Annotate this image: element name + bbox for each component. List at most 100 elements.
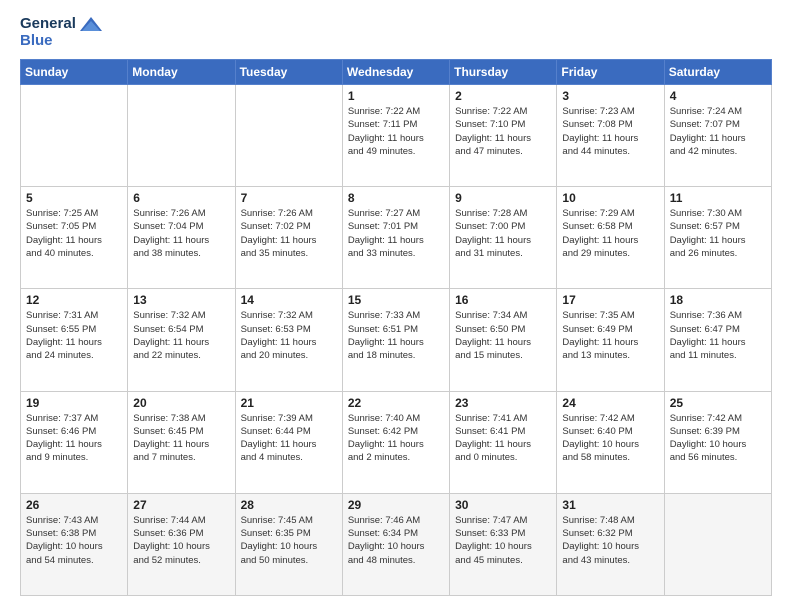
calendar-cell: 7Sunrise: 7:26 AM Sunset: 7:02 PM Daylig… xyxy=(235,187,342,289)
weekday-header: Tuesday xyxy=(235,60,342,85)
day-info: Sunrise: 7:38 AM Sunset: 6:45 PM Dayligh… xyxy=(133,412,229,465)
day-number: 5 xyxy=(26,191,122,205)
calendar-cell: 24Sunrise: 7:42 AM Sunset: 6:40 PM Dayli… xyxy=(557,391,664,493)
day-info: Sunrise: 7:25 AM Sunset: 7:05 PM Dayligh… xyxy=(26,207,122,260)
calendar-cell: 4 Sunrise: 7:24 AM Sunset: 7:07 PM Daylig… xyxy=(664,85,771,187)
day-info: Sunrise: 7:28 AM Sunset: 7:00 PM Dayligh… xyxy=(455,207,551,260)
calendar-cell: 28 Sunrise: 7:45 AM Sunset: 6:35 PM Dayli… xyxy=(235,493,342,595)
day-number: 22 xyxy=(348,396,444,410)
day-number: 26 xyxy=(26,498,122,512)
calendar-cell: 26 Sunrise: 7:43 AM Sunset: 6:38 PM Dayli… xyxy=(21,493,128,595)
day-info: Sunrise: 7:30 AM Sunset: 6:57 PM Dayligh… xyxy=(670,207,766,260)
calendar-cell: 22 Sunrise: 7:40 AM Sunset: 6:42 PM Dayli… xyxy=(342,391,449,493)
weekday-header-row: SundayMondayTuesdayWednesdayThursdayFrid… xyxy=(21,60,772,85)
day-info: Sunrise: 7:26 AM Sunset: 7:04 PM Dayligh… xyxy=(133,207,229,260)
day-info: Sunrise: 7:48 AM Sunset: 6:32 PM Dayligh… xyxy=(562,514,658,567)
calendar-cell: 30 Sunrise: 7:47 AM Sunset: 6:33 PM Dayli… xyxy=(450,493,557,595)
calendar-cell: 11 Sunrise: 7:30 AM Sunset: 6:57 PM Dayli… xyxy=(664,187,771,289)
day-info: Sunrise: 7:47 AM Sunset: 6:33 PM Dayligh… xyxy=(455,514,551,567)
calendar-cell: 1 Sunrise: 7:22 AM Sunset: 7:11 PM Daylig… xyxy=(342,85,449,187)
day-number: 9 xyxy=(455,191,551,205)
calendar-cell: 3 Sunrise: 7:23 AM Sunset: 7:08 PM Daylig… xyxy=(557,85,664,187)
day-info: Sunrise: 7:40 AM Sunset: 6:42 PM Dayligh… xyxy=(348,412,444,465)
calendar-week-row: 19Sunrise: 7:37 AM Sunset: 6:46 PM Dayli… xyxy=(21,391,772,493)
day-info: Sunrise: 7:29 AM Sunset: 6:58 PM Dayligh… xyxy=(562,207,658,260)
calendar-cell xyxy=(664,493,771,595)
logo-bird-icon xyxy=(80,17,102,31)
logo-text-blue: Blue xyxy=(20,33,102,50)
day-number: 25 xyxy=(670,396,766,410)
calendar-cell: 10 Sunrise: 7:29 AM Sunset: 6:58 PM Dayli… xyxy=(557,187,664,289)
calendar-cell xyxy=(21,85,128,187)
calendar-cell: 25 Sunrise: 7:42 AM Sunset: 6:39 PM Dayli… xyxy=(664,391,771,493)
day-number: 1 xyxy=(348,89,444,103)
day-info: Sunrise: 7:32 AM Sunset: 6:54 PM Dayligh… xyxy=(133,309,229,362)
calendar-table: SundayMondayTuesdayWednesdayThursdayFrid… xyxy=(20,59,772,596)
day-info: Sunrise: 7:27 AM Sunset: 7:01 PM Dayligh… xyxy=(348,207,444,260)
day-info: Sunrise: 7:22 AM Sunset: 7:11 PM Dayligh… xyxy=(348,105,444,158)
day-info: Sunrise: 7:46 AM Sunset: 6:34 PM Dayligh… xyxy=(348,514,444,567)
calendar-cell xyxy=(128,85,235,187)
day-number: 4 xyxy=(670,89,766,103)
calendar-cell: 31Sunrise: 7:48 AM Sunset: 6:32 PM Dayli… xyxy=(557,493,664,595)
logo-text-general: General xyxy=(20,16,102,33)
logo: General Blue xyxy=(20,16,102,49)
calendar-cell: 20 Sunrise: 7:38 AM Sunset: 6:45 PM Dayli… xyxy=(128,391,235,493)
calendar-week-row: 5 Sunrise: 7:25 AM Sunset: 7:05 PM Daylig… xyxy=(21,187,772,289)
day-info: Sunrise: 7:32 AM Sunset: 6:53 PM Dayligh… xyxy=(241,309,337,362)
day-info: Sunrise: 7:45 AM Sunset: 6:35 PM Dayligh… xyxy=(241,514,337,567)
day-info: Sunrise: 7:33 AM Sunset: 6:51 PM Dayligh… xyxy=(348,309,444,362)
calendar-cell: 23Sunrise: 7:41 AM Sunset: 6:41 PM Dayli… xyxy=(450,391,557,493)
weekday-header: Sunday xyxy=(21,60,128,85)
day-info: Sunrise: 7:42 AM Sunset: 6:39 PM Dayligh… xyxy=(670,412,766,465)
calendar-cell: 16 Sunrise: 7:34 AM Sunset: 6:50 PM Dayli… xyxy=(450,289,557,391)
day-number: 13 xyxy=(133,293,229,307)
day-info: Sunrise: 7:34 AM Sunset: 6:50 PM Dayligh… xyxy=(455,309,551,362)
day-number: 28 xyxy=(241,498,337,512)
day-number: 16 xyxy=(455,293,551,307)
day-number: 11 xyxy=(670,191,766,205)
day-info: Sunrise: 7:42 AM Sunset: 6:40 PM Dayligh… xyxy=(562,412,658,465)
day-info: Sunrise: 7:23 AM Sunset: 7:08 PM Dayligh… xyxy=(562,105,658,158)
calendar-week-row: 26 Sunrise: 7:43 AM Sunset: 6:38 PM Dayli… xyxy=(21,493,772,595)
calendar-cell: 13 Sunrise: 7:32 AM Sunset: 6:54 PM Dayli… xyxy=(128,289,235,391)
day-number: 6 xyxy=(133,191,229,205)
calendar-cell: 17 Sunrise: 7:35 AM Sunset: 6:49 PM Dayli… xyxy=(557,289,664,391)
day-number: 27 xyxy=(133,498,229,512)
day-number: 21 xyxy=(241,396,337,410)
day-number: 3 xyxy=(562,89,658,103)
calendar-cell: 6 Sunrise: 7:26 AM Sunset: 7:04 PM Daylig… xyxy=(128,187,235,289)
day-number: 20 xyxy=(133,396,229,410)
calendar-cell: 12Sunrise: 7:31 AM Sunset: 6:55 PM Dayli… xyxy=(21,289,128,391)
calendar-cell: 21Sunrise: 7:39 AM Sunset: 6:44 PM Dayli… xyxy=(235,391,342,493)
day-number: 30 xyxy=(455,498,551,512)
day-info: Sunrise: 7:43 AM Sunset: 6:38 PM Dayligh… xyxy=(26,514,122,567)
calendar-week-row: 12Sunrise: 7:31 AM Sunset: 6:55 PM Dayli… xyxy=(21,289,772,391)
day-info: Sunrise: 7:37 AM Sunset: 6:46 PM Dayligh… xyxy=(26,412,122,465)
weekday-header: Thursday xyxy=(450,60,557,85)
calendar-cell xyxy=(235,85,342,187)
calendar-cell: 18 Sunrise: 7:36 AM Sunset: 6:47 PM Dayli… xyxy=(664,289,771,391)
page: General Blue SundayMondayTuesdayWednesda… xyxy=(0,0,792,612)
weekday-header: Wednesday xyxy=(342,60,449,85)
day-number: 8 xyxy=(348,191,444,205)
day-number: 2 xyxy=(455,89,551,103)
day-number: 15 xyxy=(348,293,444,307)
day-info: Sunrise: 7:31 AM Sunset: 6:55 PM Dayligh… xyxy=(26,309,122,362)
calendar-cell: 8 Sunrise: 7:27 AM Sunset: 7:01 PM Daylig… xyxy=(342,187,449,289)
calendar-cell: 9 Sunrise: 7:28 AM Sunset: 7:00 PM Daylig… xyxy=(450,187,557,289)
day-number: 14 xyxy=(241,293,337,307)
weekday-header: Monday xyxy=(128,60,235,85)
calendar-cell: 19Sunrise: 7:37 AM Sunset: 6:46 PM Dayli… xyxy=(21,391,128,493)
day-info: Sunrise: 7:24 AM Sunset: 7:07 PM Dayligh… xyxy=(670,105,766,158)
day-info: Sunrise: 7:36 AM Sunset: 6:47 PM Dayligh… xyxy=(670,309,766,362)
calendar-cell: 29Sunrise: 7:46 AM Sunset: 6:34 PM Dayli… xyxy=(342,493,449,595)
calendar-cell: 5 Sunrise: 7:25 AM Sunset: 7:05 PM Daylig… xyxy=(21,187,128,289)
weekday-header: Friday xyxy=(557,60,664,85)
day-number: 18 xyxy=(670,293,766,307)
day-number: 17 xyxy=(562,293,658,307)
day-number: 10 xyxy=(562,191,658,205)
calendar-cell: 2Sunrise: 7:22 AM Sunset: 7:10 PM Daylig… xyxy=(450,85,557,187)
calendar-cell: 14 Sunrise: 7:32 AM Sunset: 6:53 PM Dayli… xyxy=(235,289,342,391)
day-info: Sunrise: 7:35 AM Sunset: 6:49 PM Dayligh… xyxy=(562,309,658,362)
